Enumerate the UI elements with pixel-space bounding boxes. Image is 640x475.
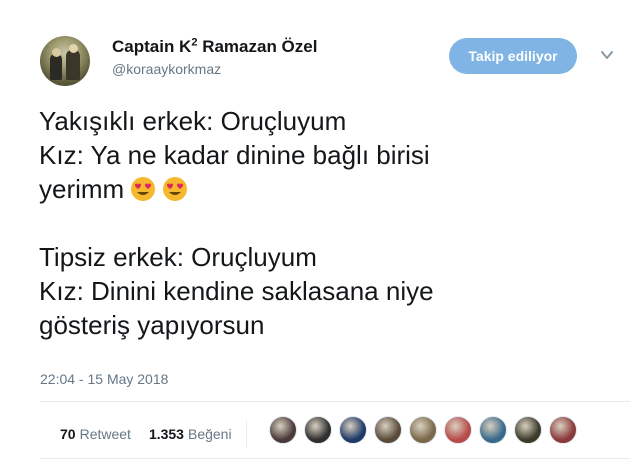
tweet-line-text: yerimm bbox=[39, 174, 125, 204]
tweet-line: Kız: Dinini kendine saklasana niye bbox=[39, 276, 434, 306]
liker-avatar[interactable] bbox=[409, 416, 437, 444]
liker-avatar[interactable] bbox=[269, 416, 297, 444]
display-name-text: Captain K bbox=[112, 36, 192, 56]
liker-avatar[interactable] bbox=[304, 416, 332, 444]
heart-eyes-emoji-icon bbox=[163, 177, 188, 201]
avatar-figure bbox=[66, 50, 80, 80]
heart-eyes-emoji-icon bbox=[131, 177, 156, 201]
avatar-figure bbox=[52, 48, 61, 57]
chevron-down-icon[interactable] bbox=[600, 48, 614, 62]
likers-list bbox=[269, 416, 584, 444]
display-name[interactable]: Captain K2 Ramazan Özel bbox=[112, 36, 317, 57]
liker-avatar[interactable] bbox=[514, 416, 542, 444]
liker-avatar[interactable] bbox=[339, 416, 367, 444]
liker-avatar[interactable] bbox=[479, 416, 507, 444]
tweet-line: Kız: Ya ne kadar dinine bağlı birisi bbox=[39, 140, 430, 170]
divider bbox=[40, 458, 630, 459]
tweet-timestamp[interactable]: 22:04 - 15 May 2018 bbox=[40, 371, 168, 387]
retweet-count: 70 bbox=[60, 426, 76, 442]
avatar-figure bbox=[69, 44, 78, 53]
retweet-stat[interactable]: 70 Retweet bbox=[60, 426, 131, 442]
tweet-line: Yakışıklı erkek: Oruçluyum bbox=[39, 106, 347, 136]
avatar-figure bbox=[50, 54, 62, 80]
liker-avatar[interactable] bbox=[444, 416, 472, 444]
stats-separator bbox=[245, 420, 247, 448]
like-count: 1.353 bbox=[148, 426, 184, 442]
following-button[interactable]: Takip ediliyor bbox=[449, 38, 577, 74]
user-handle[interactable]: @koraaykorkmaz bbox=[112, 61, 221, 77]
tweet-line: yerimm bbox=[39, 172, 599, 206]
liker-avatar[interactable] bbox=[549, 416, 577, 444]
tweet-line: gösteriş yapıyorsun bbox=[39, 310, 265, 340]
like-stat[interactable]: 1.353 Beğeni bbox=[149, 426, 232, 442]
divider bbox=[40, 401, 630, 402]
tweet-text: Yakışıklı erkek: Oruçluyum Kız: Ya ne ka… bbox=[39, 104, 599, 342]
liker-avatar[interactable] bbox=[374, 416, 402, 444]
retweet-label: Retweet bbox=[79, 426, 131, 442]
like-label: Beğeni bbox=[187, 426, 232, 442]
tweet-line: Tipsiz erkek: Oruçluyum bbox=[39, 242, 317, 272]
avatar[interactable] bbox=[40, 36, 90, 86]
tweet-stats: 70 Retweet 1.353 Beğeni bbox=[60, 420, 259, 448]
display-name-rest: Ramazan Özel bbox=[197, 36, 318, 56]
